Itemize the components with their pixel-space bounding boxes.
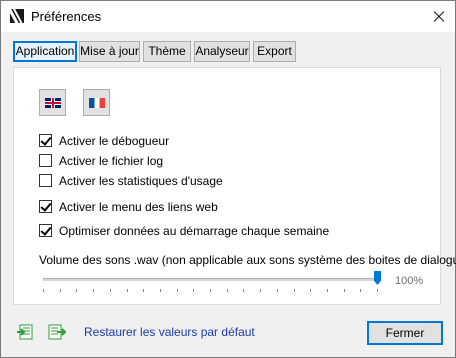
export-icon[interactable] [48,324,66,340]
tab-theme[interactable]: Thème [143,41,191,62]
france-flag-icon [89,98,105,108]
volume-slider-tick [193,289,195,292]
volume-slider-track[interactable] [43,278,379,281]
volume-slider-tick [210,289,211,292]
volume-slider-tick [293,289,295,292]
tab-analyseur[interactable]: Analyseur [194,41,250,62]
volume-slider-tick [276,289,278,292]
preferences-dialog: Préférences Application Mise à jour Thèm… [0,0,456,358]
weekly-optimize-label: Optimiser données au démarrage chaque se… [59,224,330,238]
volume-slider-tick [109,289,111,292]
volume-slider-tick [126,289,128,292]
window-title: Préférences [31,9,102,24]
usage-stats-label: Activer les statistiques d'usage [59,174,223,188]
volume-slider-tick [76,289,78,292]
volume-slider-tick [243,289,245,292]
web-links-menu-label: Activer le menu des liens web [59,200,218,214]
debugger-checkbox[interactable] [39,134,52,147]
volume-slider-tick [93,289,95,292]
volume-slider-tick [59,289,61,292]
weekly-optimize-checkbox[interactable] [39,224,52,237]
volume-slider-tick [159,289,161,292]
app-icon [10,9,24,23]
close-button[interactable]: Fermer [367,321,443,345]
volume-slider-tick [310,289,312,292]
tab-application[interactable]: Application [13,41,77,62]
restore-defaults-link[interactable]: Restaurer les valeurs par défaut [84,325,255,339]
web-links-menu-checkbox[interactable] [39,200,52,213]
close-window-button[interactable] [421,1,455,32]
import-icon[interactable] [16,324,34,340]
volume-slider-tick [176,289,178,292]
volume-value: 100% [395,275,424,287]
volume-slider-tick [326,289,328,292]
log-file-checkbox[interactable] [39,154,52,167]
english-language-button[interactable] [39,89,66,116]
volume-slider-tick [226,289,228,292]
volume-slider-tick [377,289,378,292]
volume-label: Volume des sons .wav (non applicable aux… [39,253,456,267]
log-file-label: Activer le fichier log [59,154,164,168]
french-language-button[interactable] [83,89,110,116]
debugger-label: Activer le débogueur [59,134,170,148]
title-bar: Préférences [1,1,455,32]
volume-slider-tick [343,289,345,292]
usage-stats-checkbox[interactable] [39,174,52,187]
volume-slider-tick [360,289,362,292]
volume-slider-tick [143,289,145,292]
uk-flag-icon [45,98,61,108]
volume-slider-tick [43,289,44,292]
tab-export[interactable]: Export [253,41,296,62]
tab-mise-a-jour[interactable]: Mise à jour [79,41,140,62]
volume-slider-tick [260,289,262,292]
